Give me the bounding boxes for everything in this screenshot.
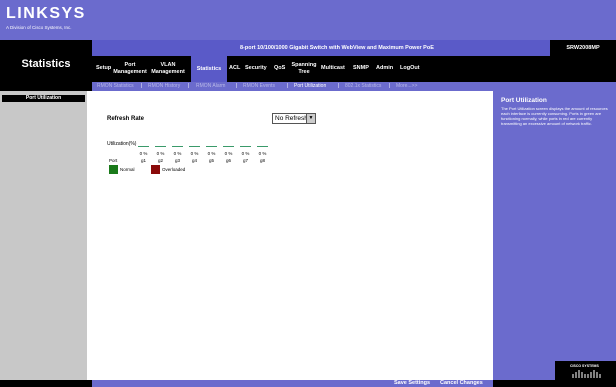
tab-security[interactable]: Security	[245, 65, 267, 72]
utilization-value-g3: 0 %	[173, 151, 182, 156]
tab-acl[interactable]: ACL	[229, 65, 240, 72]
subnav-rmon-alarm[interactable]: RMON Alarm	[196, 83, 225, 89]
cancel-changes-button[interactable]: Cancel Changes	[440, 380, 483, 386]
main-nav: Setup Port Management VLAN Management St…	[92, 56, 616, 82]
utilization-value-g5: 0 %	[207, 151, 216, 156]
tab-multicast[interactable]: Multicast	[321, 65, 345, 72]
subnav-separator: |	[236, 83, 238, 89]
port-g4: g4	[191, 158, 197, 163]
subnav-separator: |	[389, 83, 391, 89]
utilization-label: Utilization(%)	[107, 141, 137, 147]
tab-snmp[interactable]: SNMP	[353, 65, 369, 72]
legend-overloaded-label: Overloaded	[162, 167, 186, 172]
subnav-separator: |	[188, 83, 190, 89]
tab-setup[interactable]: Setup	[96, 65, 111, 72]
tab-spanning-tree[interactable]: Spanning Tree	[290, 62, 318, 76]
utilization-bar-g1	[138, 146, 149, 147]
port-g5: g5	[208, 158, 214, 163]
help-panel	[493, 91, 616, 380]
subnav-separator: |	[141, 83, 143, 89]
main-content	[87, 91, 493, 380]
tab-qos[interactable]: QoS	[274, 65, 285, 72]
port-label: Port	[109, 158, 118, 163]
product-description: 8-port 10/100/1000 Gigabit Switch with W…	[240, 45, 434, 51]
help-title: Port Utilization	[501, 97, 547, 104]
utilization-value-g7: 0 %	[241, 151, 250, 156]
help-text: The Port Utilization screen displays the…	[501, 106, 608, 126]
subnav-rmon-history[interactable]: RMON History	[148, 83, 180, 89]
subnav-port-utilization[interactable]: Port Utilization	[294, 83, 326, 89]
utilization-value-g8: 0 %	[258, 151, 267, 156]
save-settings-button[interactable]: Save Settings	[394, 380, 430, 386]
port-g2: g2	[157, 158, 163, 163]
subnav-more[interactable]: More...>>	[396, 83, 417, 89]
subnav-separator: |	[287, 83, 289, 89]
legend-normal-swatch	[109, 165, 118, 174]
utilization-bar-g7	[240, 146, 251, 147]
subnav-separator: |	[338, 83, 340, 89]
footer-actions-bar	[92, 380, 493, 387]
port-g6: g6	[225, 158, 231, 163]
port-g8: g8	[259, 158, 265, 163]
legend-normal-label: Normal	[120, 167, 135, 172]
brand-header	[0, 0, 616, 40]
utilization-bar-g6	[223, 146, 234, 147]
utilization-bar-g8	[257, 146, 268, 147]
subnav-rmon-statistics[interactable]: RMON Statistics	[97, 83, 134, 89]
utilization-bar-g4	[189, 146, 200, 147]
linksys-logo: LINKSYS	[6, 5, 86, 22]
port-g3: g3	[174, 158, 180, 163]
utilization-value-g2: 0 %	[156, 151, 165, 156]
utilization-value-g1: 0 %	[139, 151, 148, 156]
model-name: SRW2008MP	[566, 45, 600, 51]
utilization-bar-g2	[155, 146, 166, 147]
page-title: Statistics	[21, 58, 71, 70]
tab-vlan-management[interactable]: VLAN Management	[149, 62, 187, 76]
cisco-brand-text: CISCO SYSTEMS	[570, 364, 599, 368]
utilization-value-g4: 0 %	[190, 151, 199, 156]
subnav-8021x-statistics[interactable]: 802.1x Statistics	[345, 83, 381, 89]
legend-overloaded-swatch	[151, 165, 160, 174]
sidebar-item-port-utilization[interactable]: Port Utilization	[2, 95, 85, 102]
tab-logout[interactable]: LogOut	[400, 65, 420, 72]
utilization-value-g6: 0 %	[224, 151, 233, 156]
tab-admin[interactable]: Admin	[376, 65, 393, 72]
tab-port-management[interactable]: Port Management	[113, 62, 147, 76]
subnav-rmon-events[interactable]: RMON Events	[243, 83, 275, 89]
utilization-bar-g5	[206, 146, 217, 147]
utilization-bar-g3	[172, 146, 183, 147]
refresh-rate-label: Refresh Rate	[107, 116, 145, 122]
tab-statistics[interactable]: Statistics	[191, 56, 227, 82]
port-g1: g1	[140, 158, 146, 163]
refresh-rate-select[interactable]: No Refresh ▼	[272, 113, 316, 124]
logo-subtitle: A Division of Cisco Systems, Inc.	[6, 25, 72, 30]
left-sidebar	[0, 91, 87, 380]
refresh-rate-value: No Refresh	[275, 115, 308, 122]
chevron-down-icon[interactable]: ▼	[306, 114, 315, 123]
port-g7: g7	[242, 158, 248, 163]
